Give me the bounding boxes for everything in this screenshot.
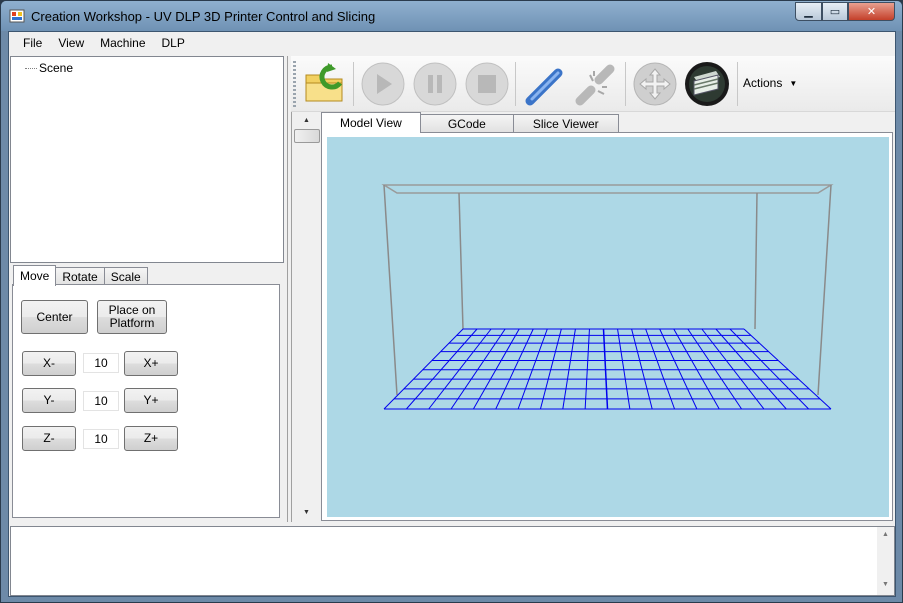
scene-tree[interactable]: Scene — [10, 56, 284, 263]
menu-view[interactable]: View — [50, 36, 92, 50]
actions-dropdown[interactable]: Actions ▼ — [743, 76, 797, 90]
tab-slice-viewer[interactable]: Slice Viewer — [512, 114, 619, 133]
minimize-button[interactable]: ▁ — [795, 2, 822, 21]
tree-node-label: Scene — [39, 61, 74, 75]
move-icon[interactable] — [631, 60, 679, 108]
maximize-button[interactable]: ▭ — [822, 2, 848, 21]
x-minus-button[interactable]: X- — [22, 351, 76, 376]
connect-icon[interactable] — [521, 60, 569, 108]
right-panel: Actions ▼ ▲ ▼ Model View GCode Slice Vie… — [291, 56, 895, 523]
client-area: File View Machine DLP Scene Move Rotate … — [8, 31, 896, 597]
transform-tabs: Move Rotate Scale — [13, 265, 148, 286]
open-file-icon[interactable] — [301, 60, 349, 108]
tab-move[interactable]: Move — [13, 265, 57, 286]
3d-viewport[interactable] — [327, 137, 889, 517]
view-tabs: Model View GCode Slice Viewer — [321, 112, 619, 134]
menu-dlp[interactable]: DLP — [154, 36, 193, 50]
z-step-input[interactable]: 10 — [83, 429, 119, 449]
window-title: Creation Workshop - UV DLP 3D Printer Co… — [31, 9, 376, 24]
title-bar[interactable]: Creation Workshop - UV DLP 3D Printer Co… — [1, 1, 902, 31]
move-panel: Center Place on Platform X- 10 X+ Y- 10 … — [12, 284, 280, 518]
z-plus-button[interactable]: Z+ — [124, 426, 178, 451]
menu-bar: File View Machine DLP — [9, 32, 895, 54]
toolbar: Actions ▼ — [291, 56, 895, 112]
tab-model-view[interactable]: Model View — [321, 112, 421, 133]
scroll-down-icon[interactable]: ▼ — [303, 509, 310, 516]
tab-gcode[interactable]: GCode — [419, 114, 514, 133]
pause-icon[interactable] — [411, 60, 459, 108]
tree-node-scene[interactable]: Scene — [25, 61, 73, 75]
x-step-input[interactable]: 10 — [83, 353, 119, 373]
log-output[interactable]: ▲ ▼ — [10, 526, 895, 596]
menu-machine[interactable]: Machine — [92, 36, 153, 50]
dropdown-arrow-icon: ▼ — [789, 78, 798, 88]
build-platform-grid — [383, 328, 832, 410]
place-on-platform-button[interactable]: Place on Platform — [97, 300, 167, 334]
scroll-thumb[interactable] — [294, 129, 320, 143]
play-icon[interactable] — [359, 60, 407, 108]
y-minus-button[interactable]: Y- — [22, 388, 76, 413]
center-button[interactable]: Center — [21, 300, 88, 334]
scroll-up-icon[interactable]: ▲ — [882, 531, 889, 538]
z-minus-button[interactable]: Z- — [22, 426, 76, 451]
app-icon — [9, 9, 25, 23]
log-scrollbar[interactable]: ▲ ▼ — [877, 527, 894, 595]
x-plus-button[interactable]: X+ — [124, 351, 178, 376]
menu-file[interactable]: File — [15, 36, 50, 50]
tree-connector — [25, 67, 37, 69]
model-view-panel — [321, 132, 893, 521]
app-window: Creation Workshop - UV DLP 3D Printer Co… — [0, 0, 903, 603]
slice-icon[interactable] — [683, 60, 731, 108]
y-step-input[interactable]: 10 — [83, 391, 119, 411]
close-button[interactable]: ✕ — [848, 2, 895, 21]
actions-label: Actions — [743, 76, 783, 90]
disconnect-icon[interactable] — [571, 60, 619, 108]
stop-icon[interactable] — [463, 60, 511, 108]
scroll-down-icon[interactable]: ▼ — [882, 581, 889, 588]
toolbar-grip[interactable] — [293, 61, 296, 107]
y-plus-button[interactable]: Y+ — [124, 388, 178, 413]
vertical-scrollbar[interactable]: ▲ ▼ — [293, 113, 320, 523]
left-panel: Scene Move Rotate Scale Center Place on … — [10, 56, 284, 523]
scroll-up-icon[interactable]: ▲ — [303, 117, 310, 124]
